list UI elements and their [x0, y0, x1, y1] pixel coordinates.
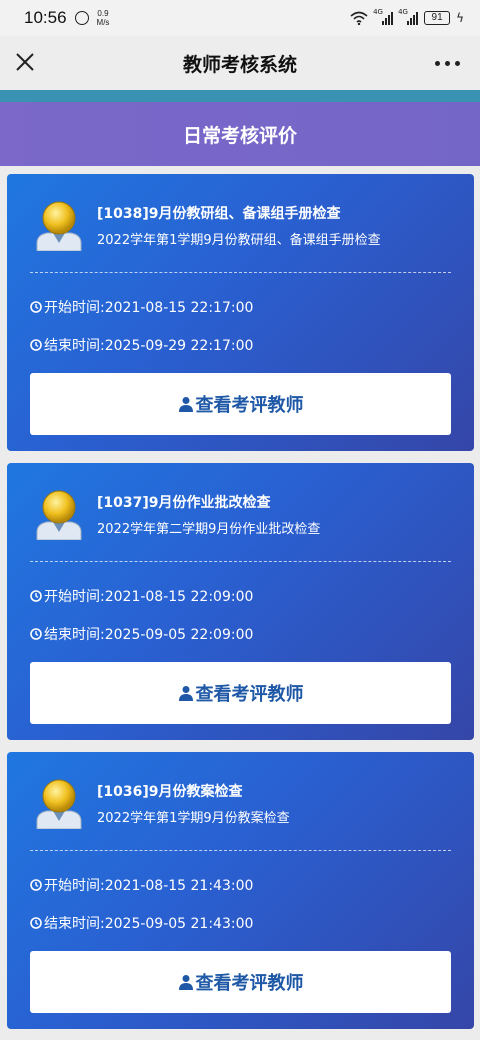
clock-icon [30, 590, 42, 602]
signal-icon-2: 4G [398, 8, 419, 25]
start-time: 开始时间:2021-08-15 22:09:00 [44, 589, 254, 605]
user-icon [178, 686, 193, 701]
clock-icon [30, 339, 42, 351]
end-time: 结束时间:2025-09-05 21:43:00 [44, 916, 254, 932]
card-subtitle: 2022学年第二学期9月份作业批改检查 [97, 522, 321, 537]
card-title: [1036]9月份教案检查 [97, 784, 243, 800]
nav-bar: 教师考核系统 [0, 36, 480, 90]
page-title: 日常考核评价 [182, 124, 297, 147]
start-time-row: 开始时间:2021-08-15 21:43:00 [30, 875, 253, 895]
nav-title: 教师考核系统 [182, 53, 297, 76]
battery-icon: 91 [424, 11, 451, 25]
card-title: [1038]9月份教研组、备课组手册检查 [97, 206, 341, 222]
avatar-icon [36, 490, 82, 540]
view-teachers-label: 查看考评教师 [195, 395, 304, 416]
end-time: 结束时间:2025-09-05 22:09:00 [44, 627, 254, 643]
user-icon [178, 975, 193, 990]
wifi-icon [350, 11, 368, 25]
start-time-row: 开始时间:2021-08-15 22:17:00 [30, 297, 253, 317]
end-time-row: 结束时间:2025-09-29 22:17:00 [30, 335, 253, 355]
clock-icon [30, 628, 42, 640]
assessment-card: [1037]9月份作业批改检查 2022学年第二学期9月份作业批改检查 开始时间… [7, 463, 474, 740]
view-teachers-button[interactable]: 查看考评教师 [30, 662, 451, 724]
card-divider [30, 272, 451, 273]
page-header: 日常考核评价 [0, 102, 480, 166]
card-title: [1037]9月份作业批改检查 [97, 495, 271, 511]
signal-icon-1: 4G [373, 8, 394, 25]
clock-icon [30, 879, 42, 891]
view-teachers-label: 查看考评教师 [195, 973, 304, 994]
assessment-card: [1036]9月份教案检查 2022学年第1学期9月份教案检查 开始时间:202… [7, 752, 474, 1029]
more-icon[interactable] [435, 61, 460, 66]
end-time: 结束时间:2025-09-29 22:17:00 [44, 338, 254, 354]
end-time-row: 结束时间:2025-09-05 22:09:00 [30, 624, 253, 644]
card-subtitle: 2022学年第1学期9月份教案检查 [97, 811, 290, 826]
assessment-card: [1038]9月份教研组、备课组手册检查 2022学年第1学期9月份教研组、备课… [7, 174, 474, 451]
card-divider [30, 850, 451, 851]
avatar-icon [36, 201, 82, 251]
start-time: 开始时间:2021-08-15 21:43:00 [44, 878, 254, 894]
start-time: 开始时间:2021-08-15 22:17:00 [44, 300, 254, 316]
start-time-row: 开始时间:2021-08-15 22:09:00 [30, 586, 253, 606]
notification-icon [74, 11, 89, 25]
clock-icon [30, 917, 42, 929]
view-teachers-button[interactable]: 查看考评教师 [30, 951, 451, 1013]
user-icon [178, 397, 193, 412]
status-bar: 10:56 0.9 M/s 4G 4G 91 ϟ [0, 0, 480, 36]
end-time-row: 结束时间:2025-09-05 21:43:00 [30, 913, 253, 933]
close-icon[interactable] [14, 51, 36, 73]
clock-icon [30, 301, 42, 313]
status-time: 10:56 [24, 8, 67, 27]
assessment-list: [1038]9月份教研组、备课组手册检查 2022学年第1学期9月份教研组、备课… [7, 174, 474, 1040]
view-teachers-button[interactable]: 查看考评教师 [30, 373, 451, 435]
charging-icon: ϟ [456, 11, 464, 25]
card-subtitle: 2022学年第1学期9月份教研组、备课组手册检查 [97, 233, 381, 248]
signal-label-2: 4G [398, 8, 408, 16]
net-speed: 0.9 M/s [97, 9, 110, 27]
net-speed-value: 0.9 [97, 9, 109, 18]
status-icons: 4G 4G 91 ϟ [350, 8, 464, 25]
view-teachers-label: 查看考评教师 [195, 684, 304, 705]
avatar-icon [36, 779, 82, 829]
accent-strip [0, 90, 480, 102]
signal-label-1: 4G [373, 8, 383, 16]
card-divider [30, 561, 451, 562]
net-speed-unit: M/s [96, 18, 110, 27]
